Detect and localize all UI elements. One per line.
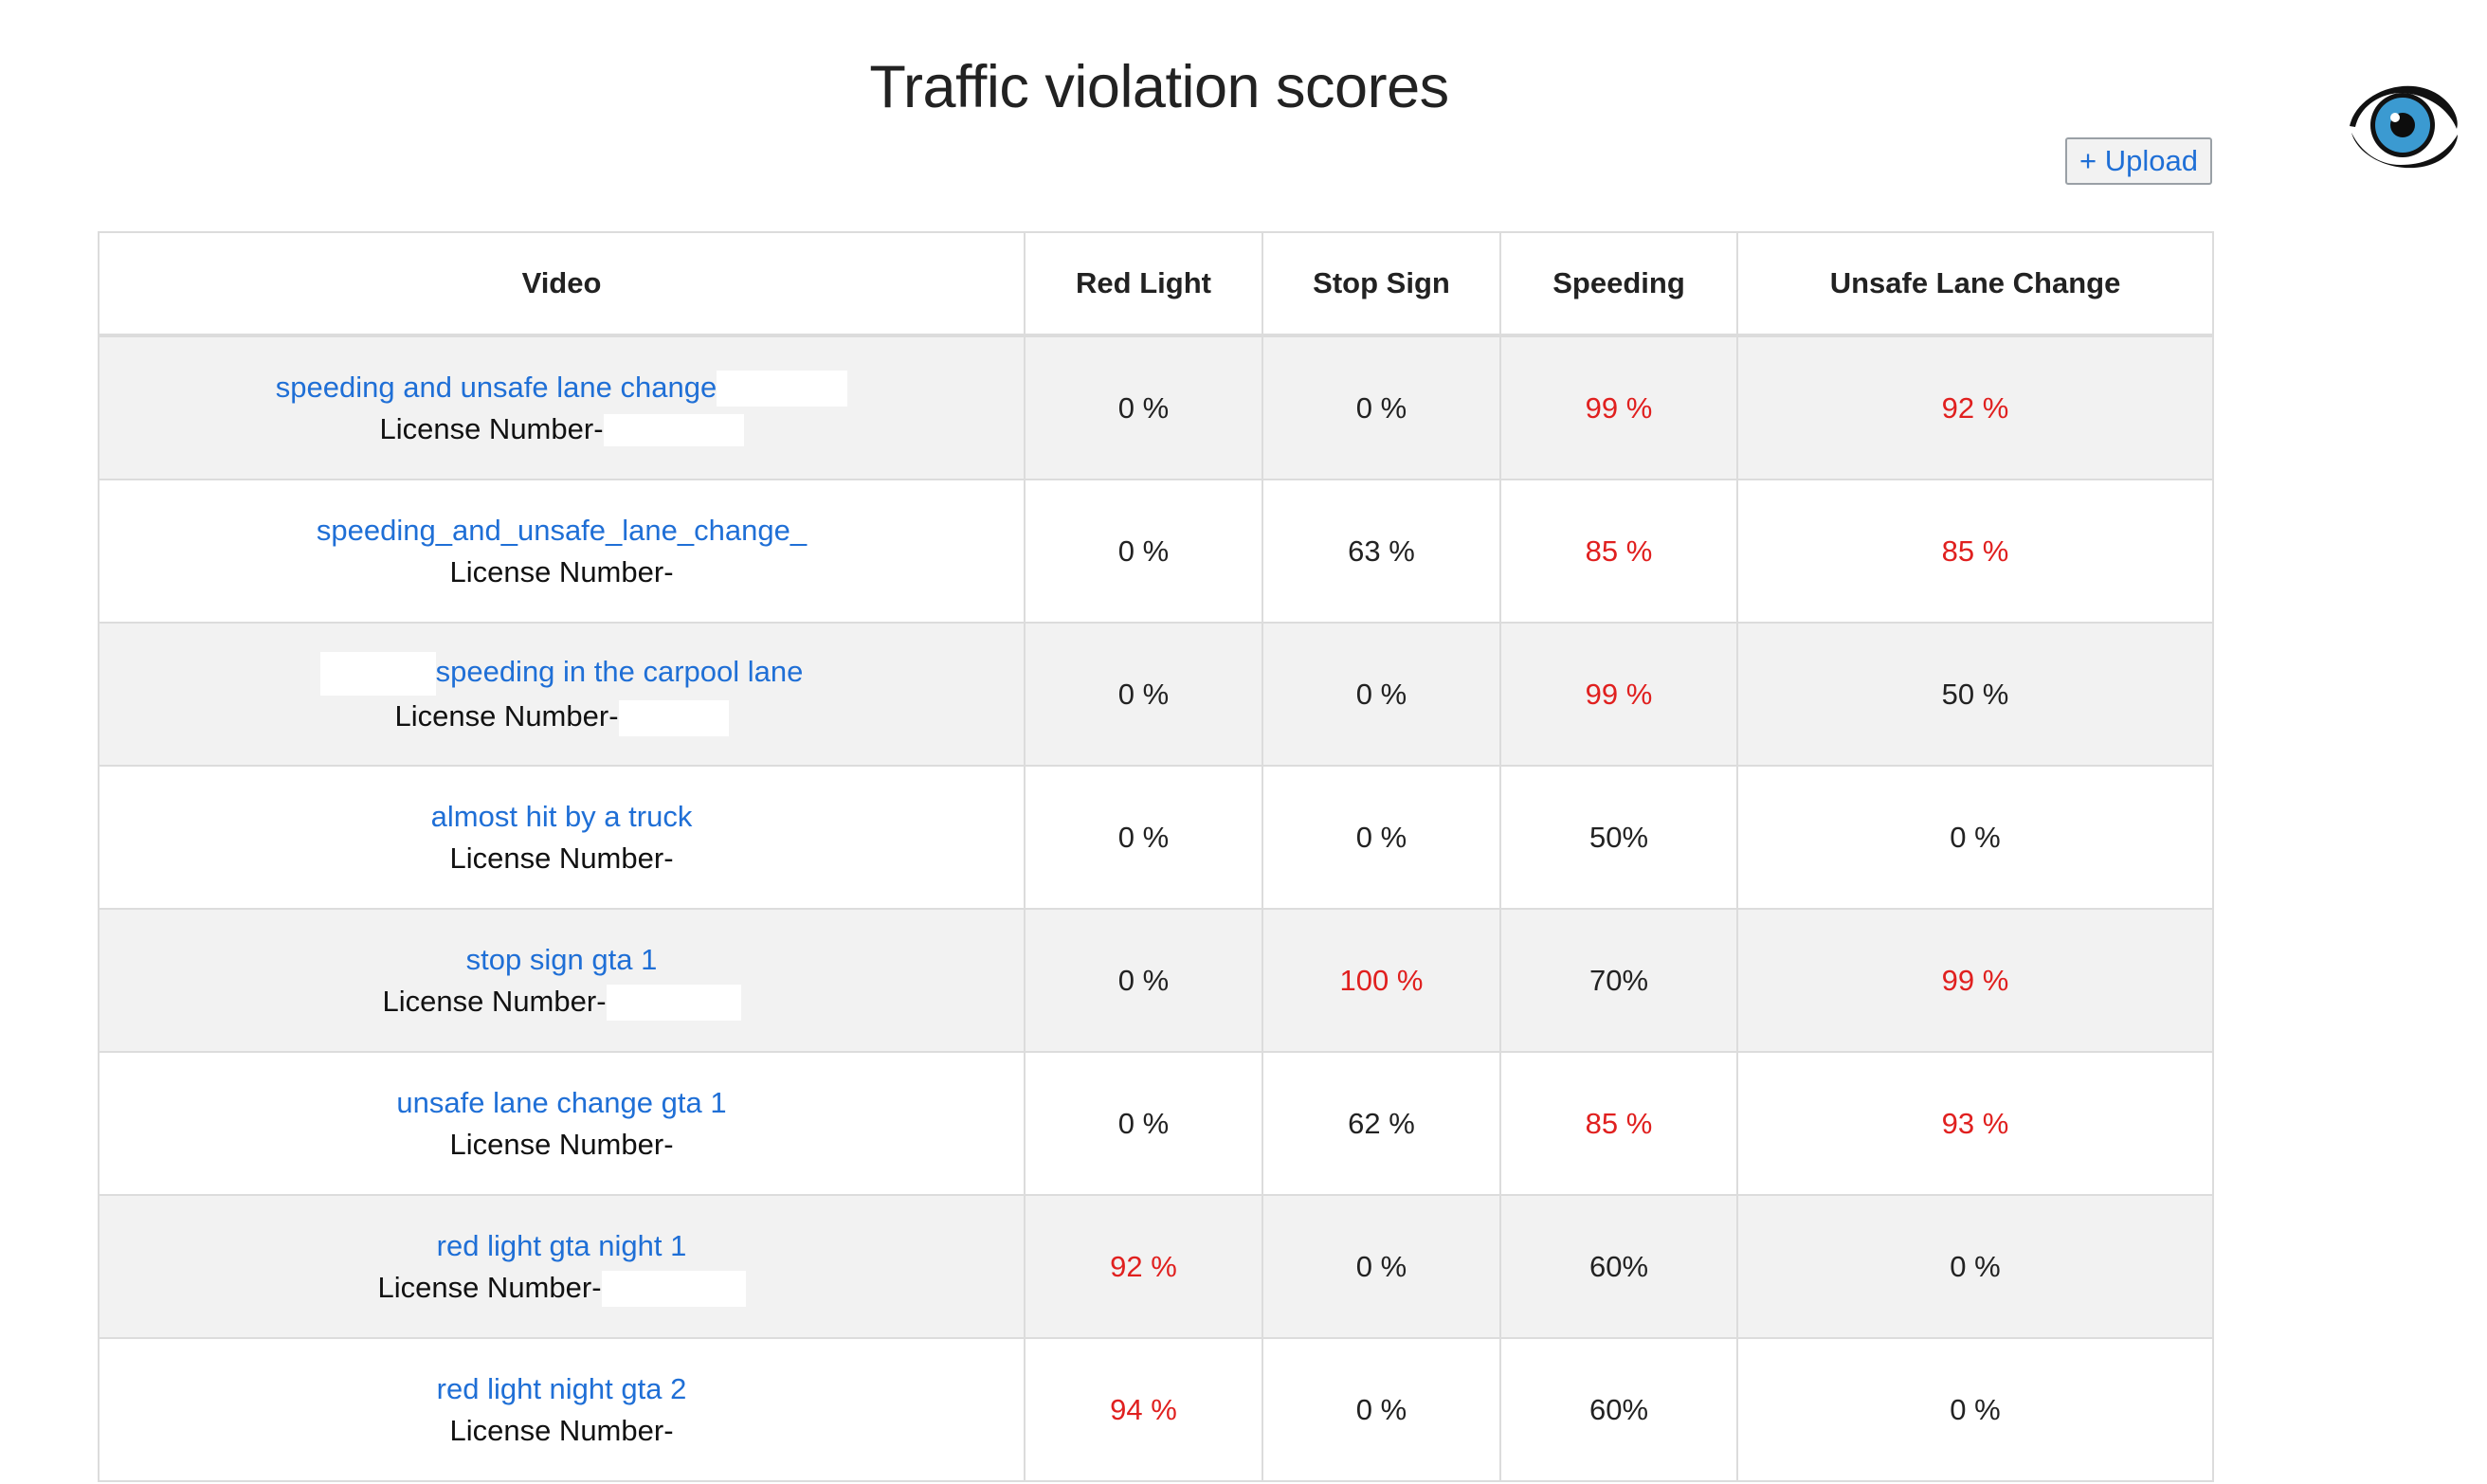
stop-sign-score: 62 % [1262,1051,1501,1196]
column-header-video[interactable]: Video [98,231,1026,337]
table-row: almost hit by a truck License Number- 0 … [98,765,2214,910]
red-light-score: 0 % [1024,765,1263,910]
speeding-score: 60% [1499,1337,1738,1482]
unsafe-lane-change-score: 50 % [1736,622,2214,767]
unsafe-lane-change-score: 92 % [1736,335,2214,480]
speeding-score: 50% [1499,765,1738,910]
license-number-label: License Number- [449,554,674,588]
red-light-score: 0 % [1024,908,1263,1053]
table-row: unsafe lane change gta 1 License Number-… [98,1051,2214,1196]
red-light-score: 0 % [1024,622,1263,767]
video-cell: red light night gta 2 License Number- [98,1337,1026,1482]
video-cell: stop sign gta 1 License Number- [98,908,1026,1053]
video-cell: speeding in the carpool lane License Num… [98,622,1026,767]
stop-sign-score: 0 % [1262,1194,1501,1339]
speeding-score: 99 % [1499,622,1738,767]
video-link[interactable]: stop sign gta 1 [466,939,658,981]
video-link[interactable]: almost hit by a truck [431,796,693,838]
unsafe-lane-change-score: 99 % [1736,908,2214,1053]
license-number-label: License Number- [449,1413,674,1447]
table-header-row: Video Red Light Stop Sign Speeding Unsaf… [98,231,2214,337]
video-link[interactable]: speeding_and_unsafe_lane_change_ [317,510,807,552]
video-link[interactable]: unsafe lane change gta 1 [396,1082,726,1124]
stop-sign-score: 0 % [1262,1337,1501,1482]
video-link[interactable]: speeding in the carpool lane [436,651,804,693]
unsafe-lane-change-score: 0 % [1736,1194,2214,1339]
red-light-score: 92 % [1024,1194,1263,1339]
video-cell: red light gta night 1 License Number- [98,1194,1026,1339]
video-cell: speeding_and_unsafe_lane_change_ License… [98,479,1026,624]
license-number-label: License Number- [377,1270,602,1304]
stop-sign-score: 0 % [1262,335,1501,480]
upload-button[interactable]: + Upload [2065,137,2212,185]
stop-sign-score: 63 % [1262,479,1501,624]
redacted-block [618,699,729,736]
video-cell: almost hit by a truck License Number- [98,765,1026,910]
unsafe-lane-change-score: 93 % [1736,1051,2214,1196]
red-light-score: 0 % [1024,1051,1263,1196]
redacted-block [601,1271,746,1308]
redacted-block [606,985,741,1022]
table-row: red light night gta 2 License Number- 94… [98,1337,2214,1482]
unsafe-lane-change-score: 0 % [1736,765,2214,910]
eye-logo-icon [2340,74,2463,178]
license-number-label: License Number- [449,841,674,875]
stop-sign-score: 0 % [1262,765,1501,910]
stop-sign-score: 100 % [1262,908,1501,1053]
table-row: red light gta night 1 License Number- 92… [98,1194,2214,1339]
video-link[interactable]: speeding and unsafe lane change [276,367,717,408]
redacted-block [319,651,436,696]
speeding-score: 60% [1499,1194,1738,1339]
video-cell: speeding and unsafe lane change License … [98,335,1026,480]
video-cell: unsafe lane change gta 1 License Number- [98,1051,1026,1196]
speeding-score: 70% [1499,908,1738,1053]
table-row: stop sign gta 1 License Number- 0 % 100 … [98,908,2214,1053]
red-light-score: 0 % [1024,335,1263,480]
video-link[interactable]: red light night gta 2 [437,1368,687,1410]
red-light-score: 94 % [1024,1337,1263,1482]
video-link[interactable]: red light gta night 1 [437,1225,687,1267]
page-title: Traffic violation scores [869,54,1449,120]
table-row: speeding and unsafe lane change License … [98,335,2214,480]
table-row: speeding_and_unsafe_lane_change_ License… [98,479,2214,624]
column-header-speeding[interactable]: Speeding [1499,231,1738,337]
license-number-label: License Number- [449,1127,674,1161]
redacted-block [603,414,744,447]
speeding-score: 85 % [1499,1051,1738,1196]
unsafe-lane-change-score: 0 % [1736,1337,2214,1482]
column-header-stop-sign[interactable]: Stop Sign [1262,231,1501,337]
column-header-red-light[interactable]: Red Light [1024,231,1263,337]
unsafe-lane-change-score: 85 % [1736,479,2214,624]
red-light-score: 0 % [1024,479,1263,624]
speeding-score: 85 % [1499,479,1738,624]
table-row: speeding in the carpool lane License Num… [98,622,2214,767]
violation-scores-table: Video Red Light Stop Sign Speeding Unsaf… [98,231,2214,1482]
redacted-block [717,371,848,407]
license-number-label: License Number- [379,411,604,445]
license-number-label: License Number- [394,698,619,733]
stop-sign-score: 0 % [1262,622,1501,767]
license-number-label: License Number- [382,984,607,1018]
speeding-score: 99 % [1499,335,1738,480]
column-header-unsafe-lane-change[interactable]: Unsafe Lane Change [1736,231,2214,337]
